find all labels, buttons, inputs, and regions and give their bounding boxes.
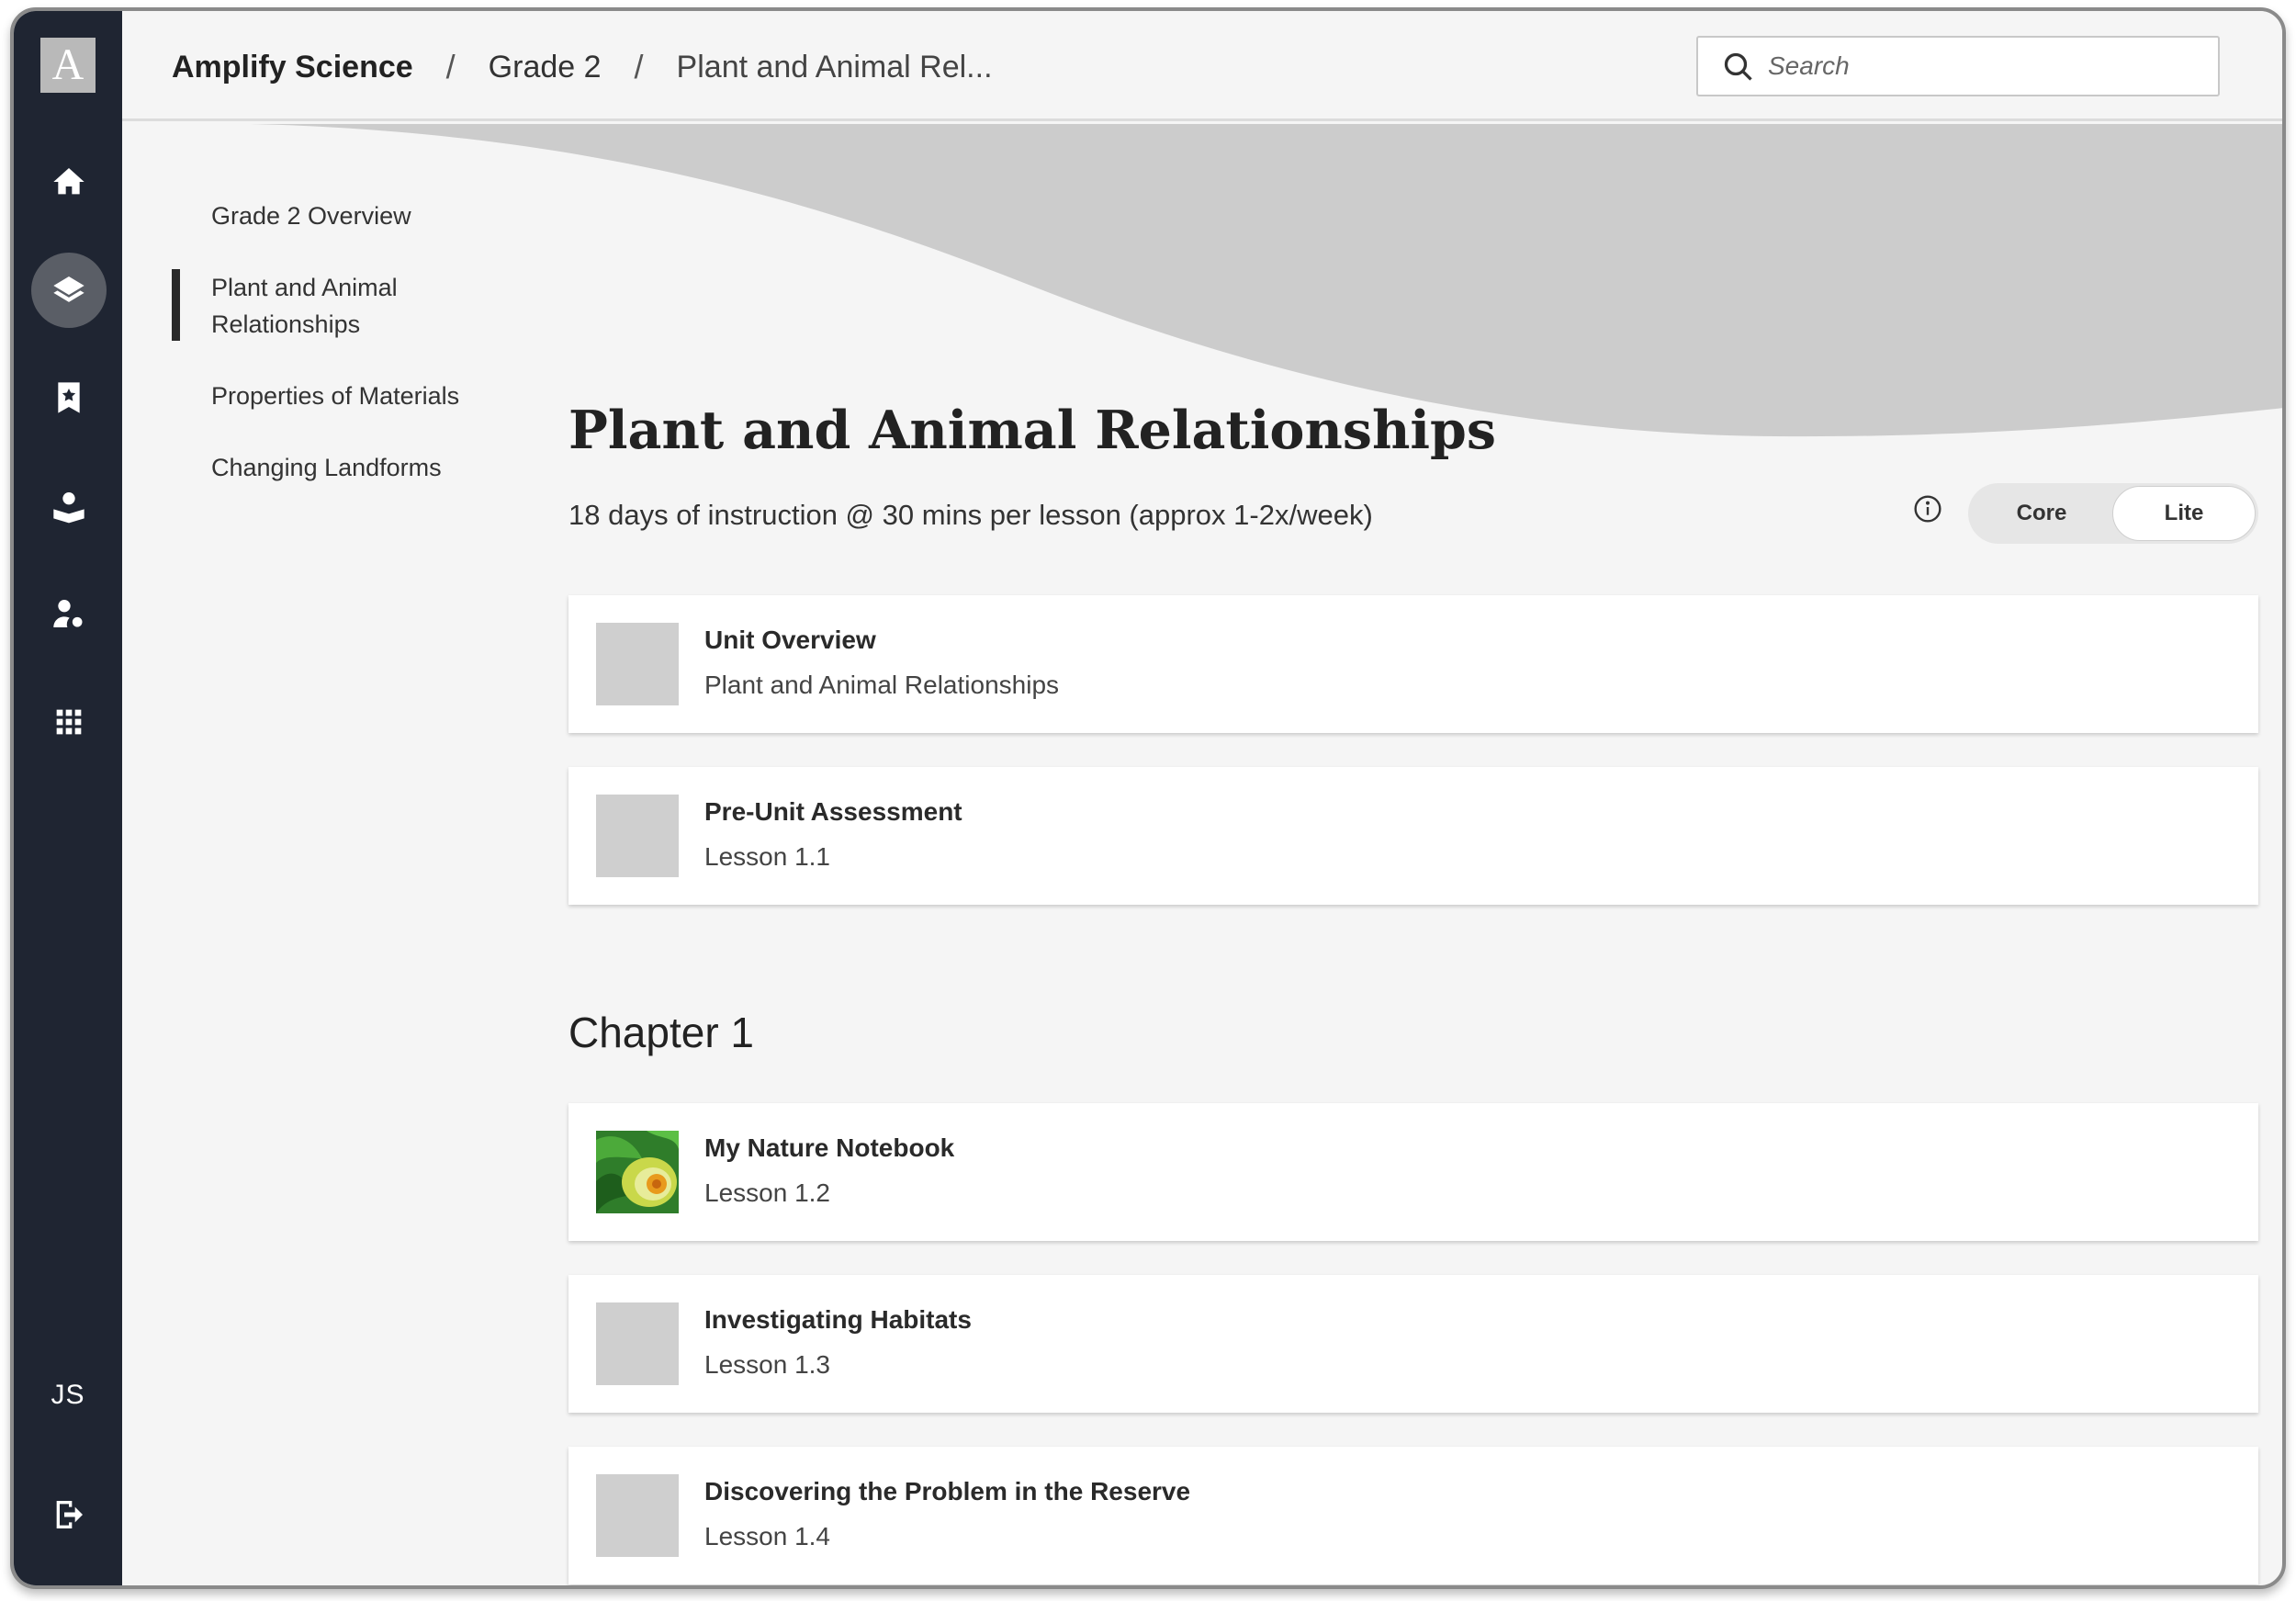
lesson-thumbnail-placeholder bbox=[596, 623, 679, 705]
unit-navigation: Grade 2 Overview Plant and Animal Relati… bbox=[172, 197, 484, 521]
leaf-image-thumbnail bbox=[596, 1131, 679, 1213]
grid-apps-icon bbox=[56, 709, 82, 735]
lesson-thumbnail-placeholder bbox=[596, 1302, 679, 1385]
lesson-card-subtitle: Lesson 1.4 bbox=[704, 1522, 830, 1550]
logout-icon bbox=[56, 1501, 83, 1528]
breadcrumb: Amplify Science / Grade 2 / Plant and An… bbox=[172, 48, 993, 86]
nav-item-changing-landforms[interactable]: Changing Landforms bbox=[172, 449, 484, 486]
user-avatar-initials[interactable]: JS bbox=[14, 1380, 122, 1411]
lesson-card[interactable]: Investigating Habitats Lesson 1.3 bbox=[568, 1275, 2258, 1413]
unit-duration-text: 18 days of instruction @ 30 mins per les… bbox=[568, 499, 1373, 531]
lesson-card-subtitle: Lesson 1.3 bbox=[704, 1350, 830, 1379]
search-icon bbox=[1724, 52, 1752, 81]
lesson-thumbnail-placeholder bbox=[596, 1474, 679, 1557]
lesson-card-title: Unit Overview bbox=[704, 626, 876, 654]
lesson-thumbnail-placeholder bbox=[596, 795, 679, 877]
top-bar: Amplify Science / Grade 2 / Plant and An… bbox=[122, 11, 2282, 121]
breadcrumb-grade-2[interactable]: Grade 2 bbox=[489, 50, 602, 85]
toggle-option-lite[interactable]: Lite bbox=[2112, 486, 2256, 541]
breadcrumb-amplify-science[interactable]: Amplify Science bbox=[172, 50, 413, 85]
search-input[interactable] bbox=[1768, 38, 2200, 95]
chapter-heading: Chapter 1 bbox=[568, 1009, 755, 1056]
breadcrumb-separator: / bbox=[445, 48, 456, 85]
apps-button[interactable] bbox=[31, 684, 107, 760]
lesson-card-title: Investigating Habitats bbox=[704, 1305, 972, 1334]
lesson-card[interactable]: Discovering the Problem in the Reserve L… bbox=[568, 1447, 2258, 1584]
lesson-card[interactable]: Pre-Unit Assessment Lesson 1.1 bbox=[568, 767, 2258, 905]
toggle-option-core[interactable]: Core bbox=[1971, 486, 2112, 541]
lesson-card[interactable]: My Nature Notebook Lesson 1.2 bbox=[568, 1103, 2258, 1241]
info-icon[interactable] bbox=[1913, 494, 1942, 524]
logout-button[interactable] bbox=[31, 1477, 107, 1552]
lesson-card-subtitle: Lesson 1.1 bbox=[704, 842, 830, 871]
teacher-book-icon bbox=[53, 492, 84, 524]
layers-icon bbox=[53, 276, 84, 302]
user-settings-icon bbox=[53, 600, 83, 627]
nav-item-properties-of-materials[interactable]: Properties of Materials bbox=[172, 378, 484, 414]
search-box[interactable] bbox=[1696, 36, 2220, 96]
bookmarks-button[interactable] bbox=[31, 360, 107, 435]
core-lite-toggle[interactable]: Core Lite bbox=[1968, 483, 2258, 544]
bookmark-star-icon bbox=[58, 382, 80, 413]
breadcrumb-separator: / bbox=[634, 48, 644, 85]
breadcrumb-current-unit: Plant and Animal Rel... bbox=[676, 49, 993, 85]
lesson-card[interactable]: Unit Overview Plant and Animal Relations… bbox=[568, 595, 2258, 733]
main-content: Grade 2 Overview Plant and Animal Relati… bbox=[122, 124, 2282, 1585]
lesson-card-title: My Nature Notebook bbox=[704, 1133, 955, 1162]
teacher-resources-button[interactable] bbox=[31, 468, 107, 544]
lesson-card-title: Pre-Unit Assessment bbox=[704, 797, 962, 826]
app-window: A JS Amplify Science / Grade 2 / Plant a… bbox=[10, 7, 2286, 1589]
home-icon bbox=[53, 168, 84, 195]
nav-item-plant-and-animal-relationships[interactable]: Plant and Animal Relationships bbox=[172, 269, 475, 343]
left-rail: A JS bbox=[14, 11, 122, 1585]
units-button[interactable] bbox=[31, 253, 107, 328]
user-settings-button[interactable] bbox=[31, 576, 107, 651]
lesson-card-title: Discovering the Problem in the Reserve bbox=[704, 1477, 1191, 1505]
lesson-card-subtitle: Lesson 1.2 bbox=[704, 1178, 830, 1207]
nav-item-grade-2-overview[interactable]: Grade 2 Overview bbox=[172, 197, 484, 234]
home-button[interactable] bbox=[31, 144, 107, 220]
page-title: Plant and Animal Relationships bbox=[568, 400, 1496, 461]
amplify-logo[interactable]: A bbox=[40, 38, 96, 93]
lesson-card-subtitle: Plant and Animal Relationships bbox=[704, 671, 1060, 699]
